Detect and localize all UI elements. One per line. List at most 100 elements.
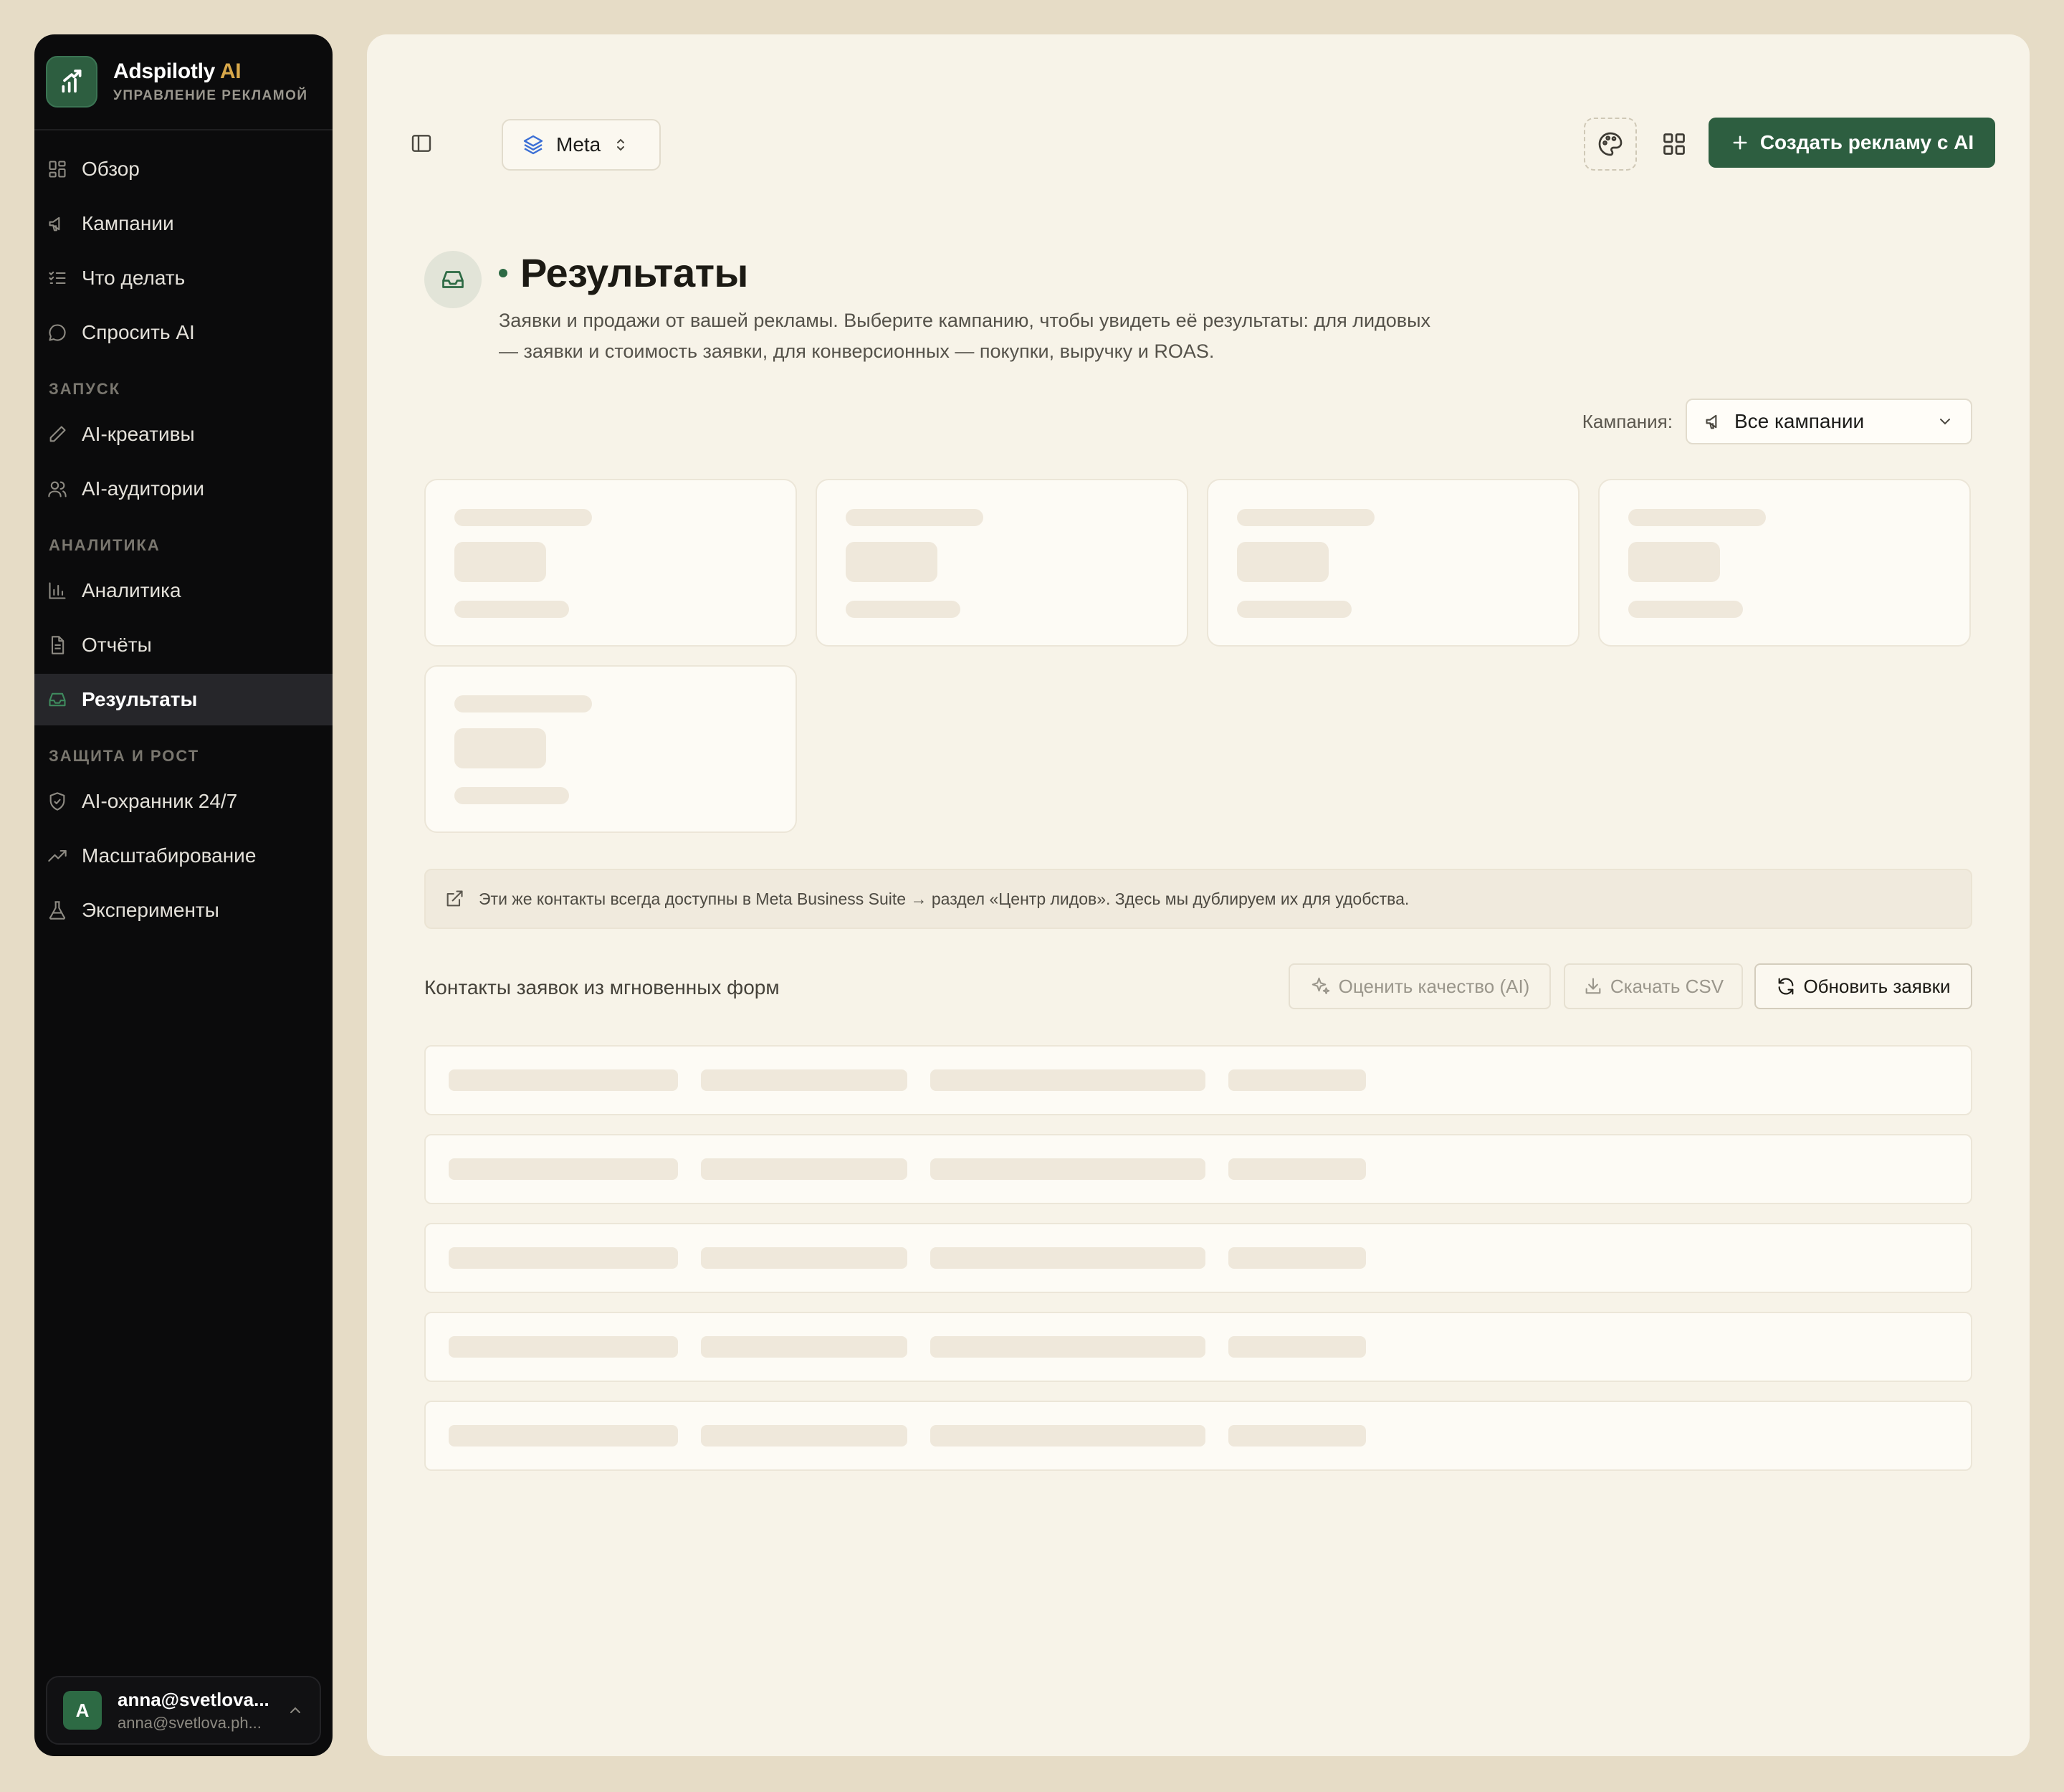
checklist-icon <box>49 271 66 285</box>
skeleton-cell <box>930 1336 1205 1358</box>
brand-header[interactable]: Adspilotly AI УПРАВЛЕНИЕ РЕКЛАМОЙ <box>34 34 333 130</box>
user-email: anna@svetlova.ph... <box>118 1713 262 1732</box>
sidebar-item-analytics[interactable]: Аналитика <box>34 565 333 616</box>
skeleton-value <box>454 728 546 768</box>
theme-palette-button[interactable] <box>1584 118 1637 171</box>
apps-grid-icon[interactable] <box>1661 131 1687 157</box>
skeleton-value <box>454 542 546 582</box>
skeleton-cell <box>701 1158 907 1180</box>
sidebar-item-results[interactable]: Результаты <box>34 674 333 725</box>
skeleton-line <box>1628 601 1743 618</box>
skeleton-line <box>846 509 983 526</box>
sparkles-icon <box>1312 977 1329 994</box>
create-ad-button[interactable]: Создать рекламу с AI <box>1709 118 1995 168</box>
table-row-skeleton <box>424 1312 1972 1382</box>
sidebar-item-label: Что делать <box>82 267 186 289</box>
skeleton-cell <box>930 1247 1205 1269</box>
skeleton-cell <box>930 1158 1205 1180</box>
sidebar-item-reports[interactable]: Отчёты <box>34 619 333 671</box>
skeleton-line <box>1237 509 1375 526</box>
sidebar-item-scaling[interactable]: Масштабирование <box>34 830 333 882</box>
palette-icon <box>1598 132 1623 156</box>
sidebar-section-growth: ЗАЩИТА И РОСТ <box>49 747 200 765</box>
shield-icon <box>49 792 65 811</box>
avatar: A <box>63 1691 102 1730</box>
sidebar-item-label: Масштабирование <box>82 844 257 867</box>
skeleton-cell <box>1228 1425 1366 1447</box>
bar-chart-arrow-icon <box>46 56 97 108</box>
sidebar-item-ai-guard[interactable]: AI-охранник 24/7 <box>34 776 333 827</box>
download-csv-label: Скачать CSV <box>1610 975 1724 997</box>
skeleton-line <box>454 695 592 712</box>
skeleton-cell <box>701 1425 907 1447</box>
table-row-skeleton <box>424 1401 1972 1471</box>
sidebar-item-label: Эксперименты <box>82 899 219 921</box>
bar-chart-icon <box>49 582 66 599</box>
refresh-leads-button[interactable]: Обновить заявки <box>1754 963 1972 1009</box>
user-name: anna@svetlova... <box>118 1688 269 1710</box>
leads-header: Контакты заявок из мгновенных форм Оцени… <box>424 963 1972 1011</box>
sidebar-item-todo[interactable]: Что делать <box>34 252 333 304</box>
user-menu[interactable]: A anna@svetlova... anna@svetlova.ph... <box>46 1676 321 1745</box>
refresh-icon <box>1779 978 1794 995</box>
pen-icon <box>49 426 66 442</box>
info-banner-text: Эти же контакты всегда доступны в Meta B… <box>479 889 1410 908</box>
stat-card-skeleton <box>816 479 1188 647</box>
sidebar-item-ai-creatives[interactable]: AI-креативы <box>34 409 333 460</box>
campaign-select-value: Все кампании <box>1734 410 1865 432</box>
campaign-select[interactable]: Все кампании <box>1686 399 1972 444</box>
skeleton-cell <box>701 1336 907 1358</box>
sidebar-section-launch: ЗАПУСК <box>49 380 121 398</box>
stat-card-skeleton <box>1207 479 1580 647</box>
skeleton-cell <box>1228 1247 1366 1269</box>
sidebar-item-label: Отчёты <box>82 634 152 656</box>
sidebar-item-experiments[interactable]: Эксперименты <box>34 885 333 936</box>
chevron-down-icon <box>1940 419 1950 425</box>
download-csv-button[interactable]: Скачать CSV <box>1564 963 1743 1009</box>
sidebar-item-label: Спросить AI <box>82 321 195 343</box>
skeleton-cell <box>1228 1158 1366 1180</box>
skeleton-value <box>846 542 937 582</box>
skeleton-value <box>1237 542 1329 582</box>
platform-label: Meta <box>556 133 601 156</box>
refresh-leads-label: Обновить заявки <box>1803 975 1951 997</box>
sidebar-toggle-icon[interactable] <box>410 132 433 155</box>
sidebar-item-ask-ai[interactable]: Спросить AI <box>34 307 333 358</box>
stat-card-skeleton <box>424 665 797 833</box>
campaign-filter: Кампания: Все кампании <box>1582 399 1972 444</box>
external-link-icon <box>446 890 463 907</box>
sidebar-item-ai-audiences[interactable]: AI-аудитории <box>34 463 333 515</box>
skeleton-cell <box>449 1158 678 1180</box>
skeleton-cell <box>930 1069 1205 1091</box>
skeleton-line <box>454 787 569 804</box>
sidebar-nav: Обзор Кампании Что делать Спросить AI ЗА… <box>34 130 333 936</box>
chat-bubble-icon <box>49 324 66 341</box>
skeleton-line <box>1628 509 1766 526</box>
status-dot <box>499 268 507 277</box>
stat-card-skeleton <box>1598 479 1971 647</box>
sidebar-item-label: Результаты <box>82 688 198 710</box>
title-row: Результаты <box>499 249 748 296</box>
megaphone-icon <box>1706 414 1717 429</box>
inbox-icon <box>424 251 482 308</box>
document-icon <box>51 636 64 654</box>
sidebar-item-overview[interactable]: Обзор <box>34 143 333 195</box>
megaphone-icon <box>49 216 60 232</box>
dashboard-icon <box>49 161 66 178</box>
skeleton-cell <box>701 1247 907 1269</box>
sidebar-item-campaigns[interactable]: Кампании <box>34 198 333 249</box>
skeleton-line <box>1237 601 1352 618</box>
platform-select[interactable]: Meta <box>502 119 661 171</box>
info-banner: Эти же контакты всегда доступны в Meta B… <box>424 869 1972 929</box>
rate-quality-button[interactable]: Оценить качество (AI) <box>1289 963 1551 1009</box>
download-icon <box>1585 978 1601 994</box>
brand-name: Adspilotly AI <box>113 59 242 83</box>
chevron-updown-icon <box>617 138 625 151</box>
page-description: Заявки и продажи от вашей рекламы. Выбер… <box>499 310 1431 362</box>
skeleton-cell <box>1228 1069 1366 1091</box>
skeleton-cell <box>449 1069 678 1091</box>
table-row-skeleton <box>424 1134 1972 1204</box>
sidebar-item-label: Аналитика <box>82 579 181 601</box>
table-row-skeleton <box>424 1223 1972 1293</box>
chevron-up-icon <box>290 1707 300 1713</box>
